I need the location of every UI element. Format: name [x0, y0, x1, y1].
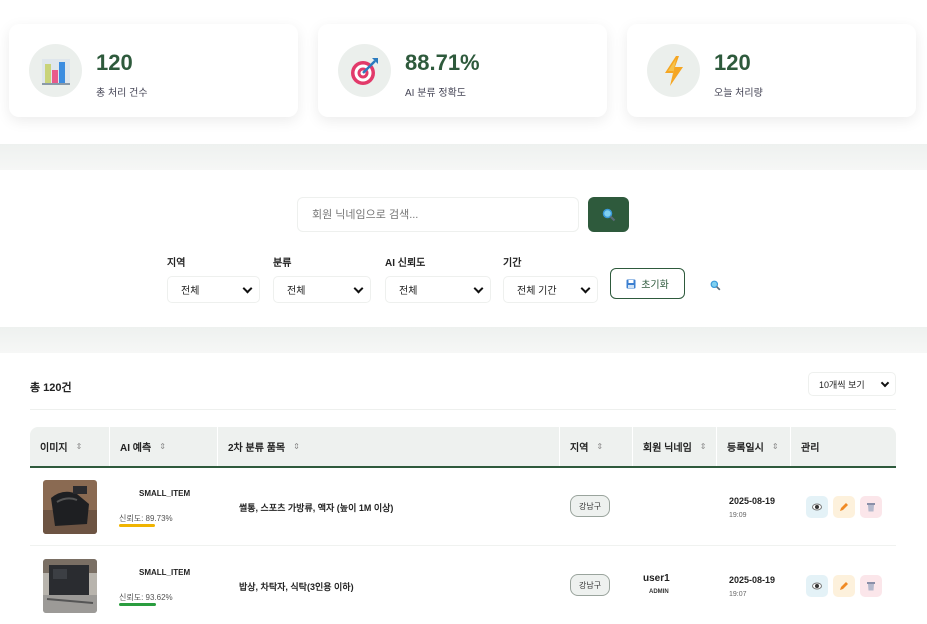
edit-button[interactable]: [833, 575, 855, 597]
select-value: 전체 기간: [517, 286, 557, 297]
chevron-down-icon: [473, 283, 484, 293]
filter-period: 기간 전체 기간: [503, 254, 598, 303]
trash-icon: [867, 503, 875, 512]
table-row[interactable]: SMALL_ITEM 신뢰도: 93.62% 밥상, 차탁자, 식탁(3인용 이…: [30, 547, 896, 624]
member-role-badge: ADMIN: [649, 589, 669, 595]
sort-icon: ⇕: [771, 442, 779, 451]
region-badge: 강남구: [570, 574, 611, 596]
stat-label: AI 분류 정확도: [405, 88, 467, 99]
delete-button[interactable]: [860, 496, 882, 518]
column-header-actions: 관리: [801, 443, 820, 454]
confidence-bar: [119, 524, 155, 527]
select-value: 전체: [399, 286, 418, 297]
filter-label: 분류: [273, 258, 292, 269]
reset-label: 초기화: [641, 280, 669, 291]
eye-icon: [812, 582, 822, 590]
stat-value: 120: [714, 50, 751, 75]
search-icon: [710, 280, 721, 291]
category-text: 썰통, 스포츠 가방류, 액자 (높이 1M 이상): [239, 503, 394, 513]
reset-button[interactable]: 초기화: [610, 268, 685, 299]
date-text: 2025-08-19: [729, 575, 776, 585]
view-button[interactable]: [806, 575, 828, 597]
section-divider: [0, 144, 927, 170]
filter-confidence: AI 신뢰도 전체: [385, 254, 491, 303]
stat-card-total: 120 총 처리 건수: [9, 24, 298, 117]
category-text: 밥상, 차탁자, 식탁(3인용 이하): [239, 582, 354, 592]
confidence-text: 신뢰도: 93.62%: [119, 593, 173, 602]
stat-card-today: 120 오늘 처리량: [627, 24, 916, 117]
period-select[interactable]: 전체 기간: [503, 276, 598, 303]
target-icon: [338, 44, 391, 97]
filter-label: 기간: [503, 258, 522, 269]
category-select[interactable]: 전체: [273, 276, 371, 303]
sort-icon: ⇕: [159, 442, 166, 451]
sort-icon: ⇕: [699, 442, 707, 451]
section-divider: [0, 327, 927, 353]
date-text: 2025-08-19: [729, 496, 776, 506]
stat-value: 120: [96, 50, 133, 75]
floppy-icon: [626, 279, 636, 288]
page-size-select[interactable]: 10개씩 보기: [808, 372, 896, 396]
time-text: 19:09: [729, 512, 747, 519]
results-section: 총 120건 10개씩 보기 이미지 ⇕ AI 예측 ⇕ 2차 분류 품목 ⇕ 지역 ⇕…: [0, 353, 927, 624]
member-nickname: user1: [643, 573, 670, 584]
filter-category: 분류 전체: [273, 254, 371, 303]
stat-value: 88.71%: [405, 50, 480, 75]
region-badge: 강남구: [570, 495, 611, 517]
item-thumbnail[interactable]: [43, 559, 97, 613]
filter-section: 지역 전체 분류 전체 AI 신뢰도 전체 기간 전체 기간 초기화: [0, 170, 927, 327]
chevron-down-icon: [880, 378, 890, 387]
region-select[interactable]: 전체: [167, 276, 260, 303]
confidence-text: 신뢰도: 89.73%: [119, 514, 173, 523]
table-row[interactable]: SMALL_ITEM 신뢰도: 89.73% 썰통, 스포츠 가방류, 액자 (…: [30, 468, 896, 546]
confidence-select[interactable]: 전체: [385, 276, 491, 303]
column-header-date[interactable]: 등록일시 ⇕: [717, 427, 791, 466]
prediction-label: SMALL_ITEM: [139, 489, 191, 498]
filter-label: AI 신뢰도: [385, 258, 426, 269]
delete-button[interactable]: [860, 575, 882, 597]
column-header-category[interactable]: 2차 분류 품목 ⇕: [218, 427, 560, 466]
stats-section: 120 총 처리 건수 88.71% AI 분류 정확도 120 오늘 처리량: [0, 0, 927, 144]
filter-region: 지역 전체: [167, 254, 260, 303]
view-button[interactable]: [806, 496, 828, 518]
divider: [30, 409, 896, 410]
search-icon: [602, 208, 615, 221]
total-count: 총 120건: [30, 382, 72, 394]
column-header-image[interactable]: 이미지 ⇕: [30, 427, 110, 466]
stat-card-accuracy: 88.71% AI 분류 정확도: [318, 24, 607, 117]
column-header-nickname[interactable]: 회원 닉네임 ⇕: [633, 427, 717, 466]
pencil-icon: [840, 503, 848, 511]
time-text: 19:07: [729, 591, 747, 598]
select-value: 10개씩 보기: [819, 379, 865, 390]
stat-label: 총 처리 건수: [96, 88, 148, 99]
column-header-prediction[interactable]: AI 예측 ⇕: [110, 427, 218, 466]
bar-chart-icon: [29, 44, 82, 97]
sort-icon: ⇕: [596, 442, 604, 451]
lightning-icon: [647, 44, 700, 97]
table-header: 이미지 ⇕ AI 예측 ⇕ 2차 분류 품목 ⇕ 지역 ⇕ 회원 닉네임 ⇕ 등록일시 ⇕ …: [30, 427, 896, 468]
chevron-down-icon: [353, 283, 364, 293]
select-value: 전체: [287, 286, 306, 297]
prediction-label: SMALL_ITEM: [139, 568, 191, 577]
chevron-down-icon: [242, 283, 253, 293]
search-input[interactable]: [297, 197, 579, 232]
filter-label: 지역: [167, 258, 186, 269]
sort-icon: ⇕: [75, 442, 83, 451]
search-button[interactable]: [588, 197, 629, 232]
advanced-search-button[interactable]: [710, 278, 721, 296]
item-thumbnail[interactable]: [43, 480, 97, 534]
stat-label: 오늘 처리량: [714, 88, 763, 99]
column-header-region[interactable]: 지역 ⇕: [560, 427, 633, 466]
chevron-down-icon: [580, 283, 591, 293]
trash-icon: [867, 582, 875, 591]
confidence-bar: [119, 603, 156, 606]
eye-icon: [812, 503, 822, 511]
pencil-icon: [840, 582, 848, 590]
select-value: 전체: [181, 286, 200, 297]
sort-icon: ⇕: [293, 442, 300, 451]
edit-button[interactable]: [833, 496, 855, 518]
